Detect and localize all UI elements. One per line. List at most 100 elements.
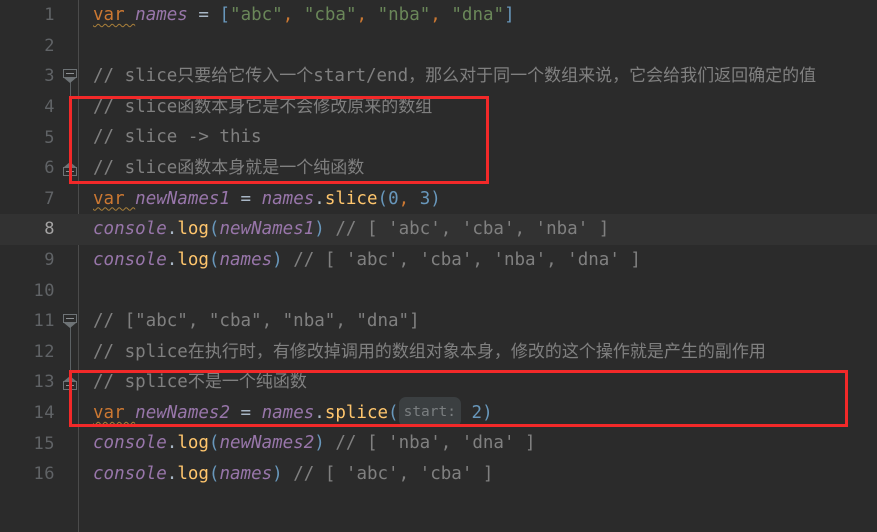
code-line-5[interactable]: 5 // slice -> this — [0, 122, 877, 153]
token-op: . — [314, 402, 325, 423]
fold-icon-dash — [66, 73, 74, 75]
code-text-7[interactable]: var newNames1 = names. slice(0, 3) — [80, 184, 877, 215]
line-number-5[interactable]: 5 — [0, 122, 60, 153]
fold-column[interactable] — [60, 214, 80, 245]
token-brk: [ — [219, 5, 231, 25]
line-number-8[interactable]: 8 — [0, 214, 60, 245]
line-number-14[interactable]: 14 — [0, 398, 60, 429]
token-cmt: // slice — [93, 66, 178, 87]
token-brk: ( — [208, 464, 220, 484]
token-ident: newNames1 — [135, 188, 230, 209]
fold-icon-dash — [66, 171, 74, 172]
fold-column[interactable] — [60, 398, 80, 429]
code-line-16[interactable]: 16 console. log(names) // [ 'abc', 'cba' ] — [0, 459, 877, 490]
token-ident: console — [93, 219, 167, 240]
token-num: 2 — [471, 402, 483, 423]
fold-column[interactable] — [60, 275, 80, 306]
code-line-12[interactable]: 12 // splice 在执行时，有修改掉调用的数组对象本身，修改的这个操作就是产… — [0, 337, 877, 368]
line-number-2[interactable]: 2 — [0, 31, 60, 62]
fold-collapse-icon[interactable] — [63, 69, 79, 84]
code-text-13[interactable]: // splice 不是一个纯函数 — [80, 367, 877, 398]
line-number-16[interactable]: 16 — [0, 459, 60, 490]
code-text-4[interactable]: // slice 函数本身它是不会修改原来的数组 — [80, 92, 877, 123]
fold-column[interactable] — [60, 428, 80, 459]
token-func: log — [177, 249, 209, 270]
token-op: . — [166, 464, 178, 484]
code-text-10[interactable] — [80, 275, 877, 306]
token-ident: newNames1 — [219, 219, 315, 240]
token-cn: 只要给它传入一个 — [177, 66, 314, 87]
fold-region-bar — [70, 326, 71, 380]
token-ident: names — [261, 402, 315, 423]
code-line-6[interactable]: 6 // slice 函数本身就是一个纯函数 — [0, 153, 877, 184]
line-number-10[interactable]: 10 — [0, 275, 60, 306]
token-punct: , — [398, 188, 410, 209]
token-brk: ) — [430, 188, 441, 209]
line-number-1[interactable]: 1 — [0, 0, 60, 31]
fold-column[interactable] — [60, 184, 80, 215]
token-brk: ( — [208, 433, 220, 454]
line-number-13[interactable]: 13 — [0, 367, 60, 398]
code-line-11[interactable]: 11 // ["abc", "cba", "nba", "dna"] — [0, 306, 877, 337]
token-op — [367, 0, 378, 31]
token-kw-u: var — [93, 402, 136, 423]
code-text-3[interactable]: // slice 只要给它传入一个 start/end ，那么对于同一个数组来说，它会… — [80, 61, 877, 92]
token-cmt: start/end — [313, 66, 409, 87]
code-line-10[interactable]: 10 — [0, 275, 877, 306]
token-ident: console — [93, 249, 167, 270]
token-ident: names — [261, 188, 315, 209]
fold-collapse-icon[interactable] — [63, 314, 79, 329]
token-cmt: // slice — [93, 96, 178, 117]
code-text-8[interactable]: console. log(newNames1) // [ 'abc', 'cba'… — [80, 214, 877, 245]
code-text-1[interactable]: var names = ["abc", "cba", "nba", "dna"] — [80, 0, 877, 31]
fold-end-icon[interactable] — [63, 375, 79, 391]
code-text-5[interactable]: // slice -> this — [80, 122, 877, 153]
code-text-16[interactable]: console. log(names) // [ 'abc', 'cba' ] — [80, 459, 877, 490]
code-line-14[interactable]: 14 var newNames2 = names. splice(start: 2) — [0, 396, 877, 429]
fold-column[interactable] — [60, 459, 80, 490]
token-op — [409, 184, 420, 215]
line-number-9[interactable]: 9 — [0, 245, 60, 276]
token-op: . — [166, 433, 178, 454]
code-line-3[interactable]: 3 // slice 只要给它传入一个 start/end ，那么对于同一个数组来说，它… — [0, 61, 877, 92]
line-number-6[interactable]: 6 — [0, 153, 60, 184]
fold-icon-dash — [66, 385, 74, 387]
fold-icon-tip — [64, 323, 76, 328]
code-line-13[interactable]: 13 // splice 不是一个纯函数 — [0, 367, 877, 398]
code-text-15[interactable]: console. log(newNames2) // [ 'nba', 'dna'… — [80, 428, 877, 459]
token-func: log — [177, 464, 209, 484]
token-ident: console — [93, 464, 167, 484]
code-line-9[interactable]: 9 console. log(names) // [ 'abc', 'cba', '… — [0, 245, 877, 276]
line-number-7[interactable]: 7 — [0, 184, 60, 215]
code-text-11[interactable]: // ["abc", "cba", "nba", "dna"] — [80, 306, 877, 337]
line-number-11[interactable]: 11 — [0, 306, 60, 337]
fold-column[interactable] — [60, 31, 80, 62]
line-number-3[interactable]: 3 — [0, 61, 60, 92]
fold-column[interactable] — [60, 0, 80, 31]
token-cmt: // [ 'abc', 'cba' ] — [282, 464, 494, 484]
token-str: "abc" — [230, 5, 283, 25]
code-text-14[interactable]: var newNames2 = names. splice(start: 2) — [80, 396, 877, 429]
code-text-6[interactable]: // slice 函数本身就是一个纯函数 — [80, 153, 877, 184]
token-op — [293, 0, 304, 31]
code-line-15[interactable]: 15 console. log(newNames2) // [ 'nba', 'dn… — [0, 428, 877, 459]
token-hint: start: — [398, 396, 461, 428]
code-text-12[interactable]: // splice 在执行时，有修改掉调用的数组对象本身，修改的这个操作就是产生的… — [80, 337, 877, 368]
code-line-4[interactable]: 4 // slice 函数本身它是不会修改原来的数组 — [0, 92, 877, 123]
token-cmt: // [ 'abc', 'cba', 'nba', 'dna' ] — [282, 249, 641, 270]
token-op: . — [166, 249, 178, 270]
line-number-4[interactable]: 4 — [0, 92, 60, 123]
code-line-8[interactable]: 8 console. log(newNames1) // [ 'abc', 'cba… — [0, 214, 877, 245]
code-text-2[interactable] — [80, 31, 877, 62]
fold-end-icon[interactable] — [63, 161, 79, 176]
fold-column[interactable] — [60, 245, 80, 276]
line-number-12[interactable]: 12 — [0, 337, 60, 368]
token-op — [461, 398, 472, 429]
code-line-2[interactable]: 2 — [0, 31, 877, 62]
line-number-15[interactable]: 15 — [0, 428, 60, 459]
token-cmt: // splice — [93, 372, 188, 393]
code-text-9[interactable]: console. log(names) // [ 'abc', 'cba', 'n… — [80, 245, 877, 276]
code-editor[interactable]: 1 var names = ["abc", "cba", "nba", "dna"… — [0, 0, 877, 532]
code-line-1[interactable]: 1 var names = ["abc", "cba", "nba", "dna"… — [0, 0, 877, 31]
code-line-7[interactable]: 7 var newNames1 = names. slice(0, 3) — [0, 184, 877, 215]
